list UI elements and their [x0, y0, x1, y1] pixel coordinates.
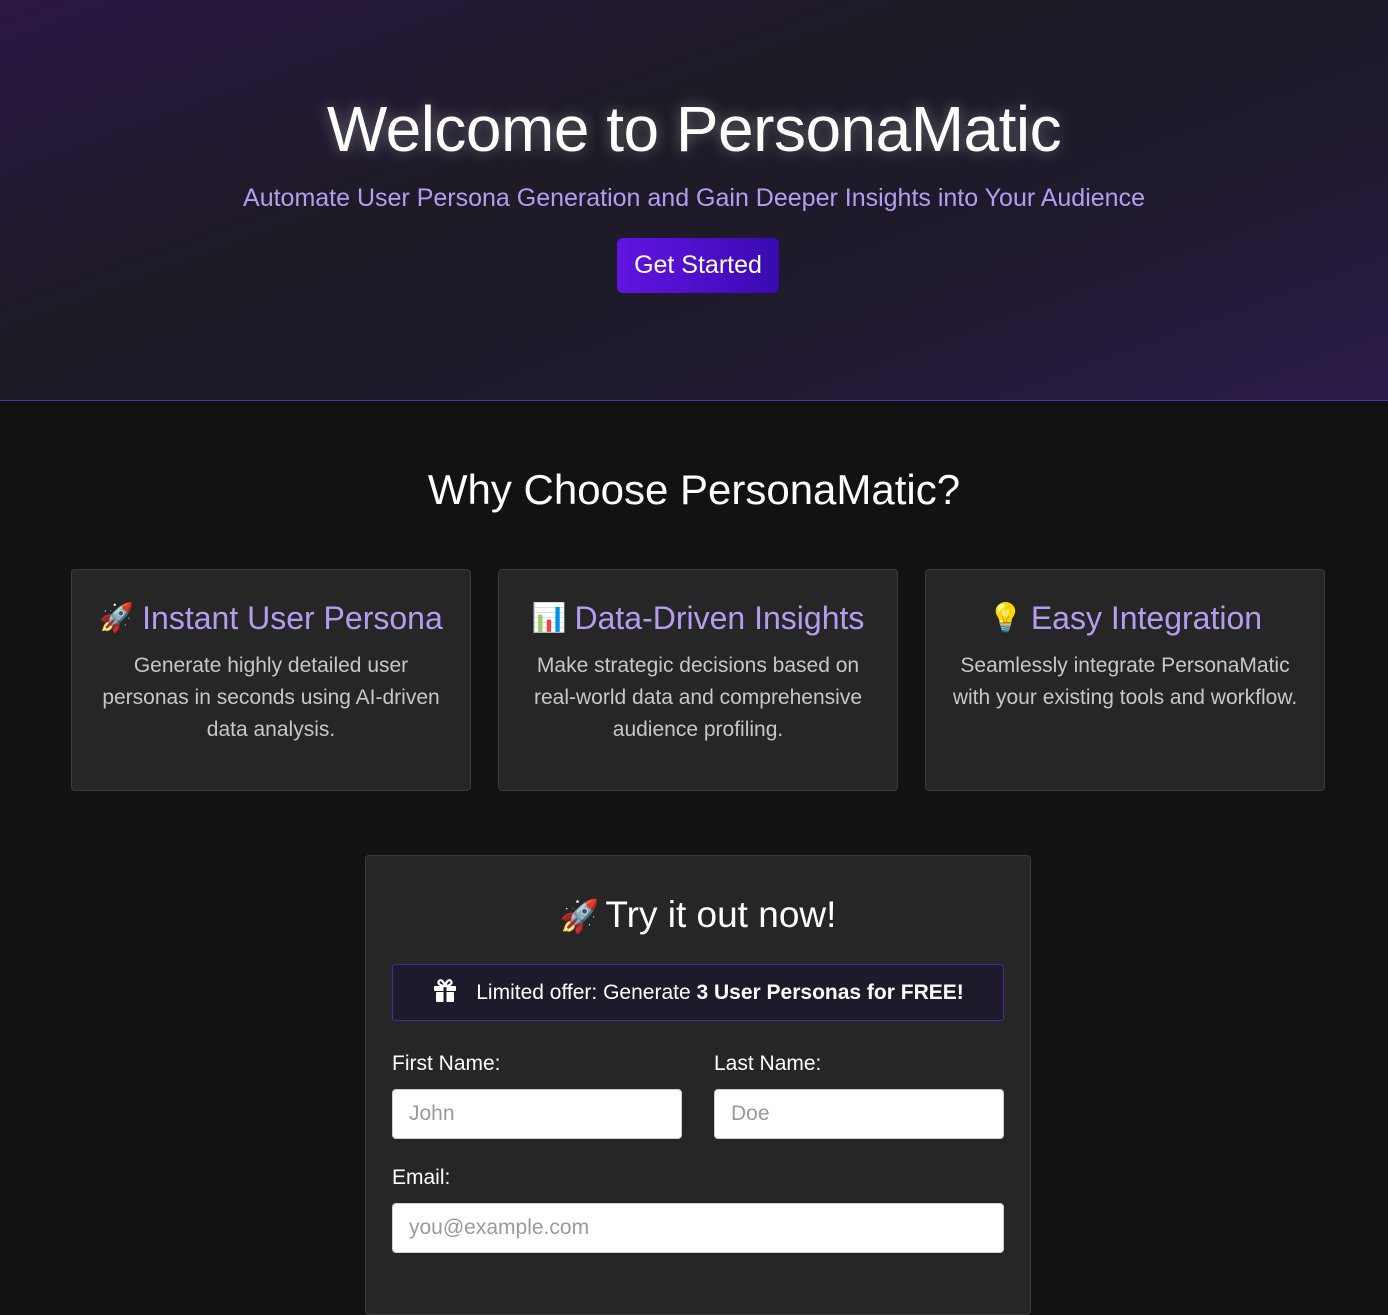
feature-title: Data-Driven Insights — [574, 599, 865, 636]
form-title: 🚀 Try it out now! — [366, 894, 1030, 936]
bar-chart-icon: 📊 — [531, 602, 567, 633]
offer-text-bold: 3 User Personas for FREE! — [696, 980, 964, 1004]
last-name-input[interactable] — [714, 1089, 1004, 1139]
last-name-label: Last Name: — [714, 1052, 822, 1075]
feature-description: Generate highly detailed user personas i… — [102, 654, 440, 741]
feature-description: Seamlessly integrate PersonaMatic with y… — [952, 654, 1298, 709]
signup-form-card: 🚀 Try it out now! Limited offer: Generate… — [365, 855, 1031, 1315]
form-title-text: Try it out now! — [605, 894, 837, 935]
feature-card-easy-integration: 💡 Easy Integration Seamlessly integrate … — [925, 569, 1325, 791]
feature-description: Make strategic decisions based on real-w… — [533, 654, 862, 741]
hero-title: Welcome to PersonaMatic — [326, 93, 1062, 165]
why-section-title: Why Choose PersonaMatic? — [427, 466, 961, 513]
hero-section: Welcome to PersonaMatic Automate User Pe… — [0, 0, 1388, 401]
gift-icon — [432, 977, 458, 1009]
feature-title: Easy Integration — [1030, 599, 1263, 636]
first-name-label: First Name: — [392, 1052, 501, 1075]
first-name-input[interactable] — [392, 1089, 682, 1139]
rocket-icon: 🚀 — [559, 898, 600, 934]
email-label: Email: — [392, 1166, 451, 1189]
feature-card-data-insights: 📊 Data-Driven Insights Make strategic de… — [498, 569, 898, 791]
feature-card-instant-persona: 🚀 Instant User Persona Generate highly d… — [71, 569, 471, 791]
offer-text: Limited offer: Generate 3 User Personas … — [476, 981, 964, 1005]
offer-text-prefix: Limited offer: Generate — [476, 980, 697, 1004]
feature-title: Instant User Persona — [142, 599, 443, 636]
rocket-icon: 🚀 — [99, 602, 135, 633]
get-started-button[interactable]: Get Started — [617, 238, 779, 293]
hero-subtitle: Automate User Persona Generation and Gai… — [243, 184, 1145, 212]
email-input[interactable] — [392, 1203, 1004, 1253]
offer-banner: Limited offer: Generate 3 User Personas … — [392, 964, 1004, 1021]
lightbulb-icon: 💡 — [987, 602, 1023, 633]
